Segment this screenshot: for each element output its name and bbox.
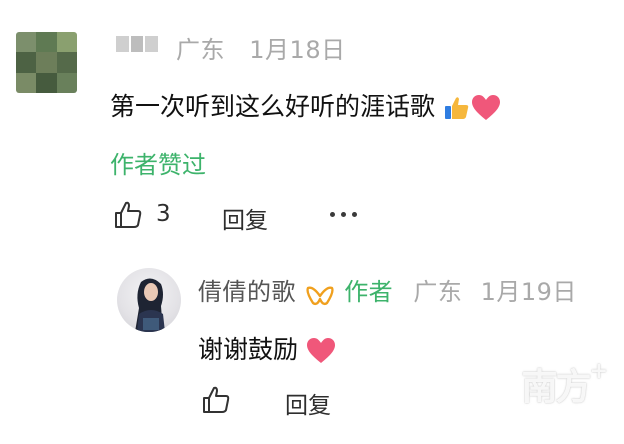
comment-meta: 广东 1月18日 [176, 30, 346, 65]
more-options-icon[interactable] [330, 212, 357, 217]
replier-avatar[interactable] [117, 268, 181, 332]
reply-like-icon[interactable] [201, 385, 231, 415]
vip-badge-icon [306, 285, 334, 305]
watermark-plus: + [589, 358, 608, 384]
author-badge: 作者 [344, 278, 394, 306]
comment-date: 1月18日 [249, 36, 346, 64]
reply-location: 广东 [413, 278, 463, 306]
author-liked-label: 作者赞过 [110, 151, 206, 179]
comment-text: 第一次听到这么好听的涯话歌 [110, 92, 436, 121]
watermark-text: 南方 [521, 366, 592, 408]
commenter-avatar[interactable] [16, 32, 77, 93]
commenter-name-redacted[interactable] [116, 36, 159, 52]
watermark-logo: 南方+ [521, 358, 609, 410]
comment-text-row: 第一次听到这么好听的涯话歌 [110, 87, 501, 123]
heart-emoji-icon [306, 338, 335, 363]
thumbs-up-emoji-icon [444, 97, 469, 119]
reply-text-row: 谢谢鼓励 [198, 330, 336, 366]
comment-location: 广东 [176, 36, 225, 64]
heart-emoji-icon [471, 95, 500, 120]
like-count: 3 [156, 201, 171, 227]
reply-header: 倩倩的歌 作者 广东 1月19日 [198, 272, 577, 309]
reply-text: 谢谢鼓励 [198, 335, 299, 364]
like-icon[interactable] [113, 200, 143, 230]
girl-portrait-icon [135, 278, 165, 332]
reply-date: 1月19日 [480, 278, 577, 306]
replier-name[interactable]: 倩倩的歌 [198, 278, 296, 306]
reply-reply-button[interactable]: 回复 [285, 386, 331, 420]
reply-button[interactable]: 回复 [222, 201, 268, 235]
